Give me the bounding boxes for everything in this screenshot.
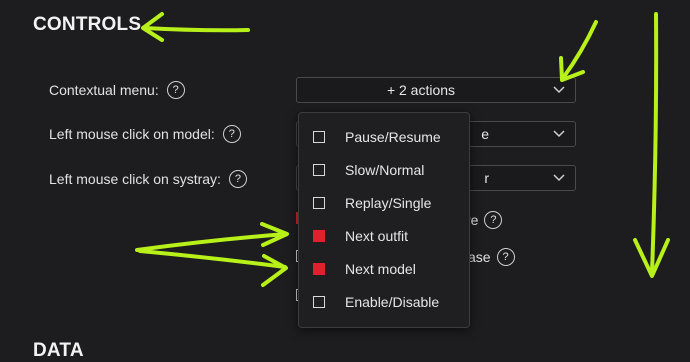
menu-checkbox[interactable] bbox=[313, 296, 325, 308]
arrow-head bbox=[633, 238, 670, 278]
chevron-down-icon bbox=[553, 130, 565, 138]
help-circle-icon[interactable]: ? bbox=[496, 248, 515, 266]
menu-item-next-model[interactable]: Next model bbox=[299, 253, 469, 286]
menu-item-label: Next outfit bbox=[345, 228, 409, 244]
section-title: CONTROLS bbox=[33, 14, 142, 35]
menu-item-label: Next model bbox=[345, 261, 416, 277]
arrow-right-icon bbox=[138, 249, 287, 269]
contextual-menu-row: Contextual menu: ? bbox=[49, 81, 185, 99]
help-circle-icon[interactable]: ? bbox=[222, 125, 241, 143]
help-circle-icon[interactable]: ? bbox=[484, 211, 503, 229]
menu-item-label: Enable/Disable bbox=[345, 294, 440, 310]
chevron-down-icon bbox=[553, 174, 565, 182]
menu-item-label: Slow/Normal bbox=[345, 162, 425, 178]
menu-checkbox-checked[interactable] bbox=[313, 263, 325, 275]
menu-item-replay-single[interactable]: Replay/Single bbox=[299, 187, 469, 220]
menu-item-pause-resume[interactable]: Pause/Resume bbox=[299, 121, 469, 154]
menu-item-label: Pause/Resume bbox=[345, 129, 441, 145]
menu-item-next-outfit[interactable]: Next outfit bbox=[299, 220, 469, 253]
contextual-menu-label: Contextual menu: bbox=[49, 82, 159, 98]
arrow-down-icon bbox=[650, 12, 659, 274]
option-2-visible: ase ? bbox=[468, 248, 515, 266]
option-1-visible: re ? bbox=[466, 211, 503, 229]
menu-checkbox[interactable] bbox=[313, 131, 325, 143]
arrow-head bbox=[261, 254, 288, 287]
arrow-right-icon bbox=[135, 232, 288, 252]
menu-item-enable-disable[interactable]: Enable/Disable bbox=[299, 286, 469, 319]
arrow-diagonal-icon bbox=[561, 20, 598, 80]
menu-checkbox-checked[interactable] bbox=[313, 230, 325, 242]
option-2-label-partial: ase bbox=[468, 249, 491, 265]
menu-checkbox[interactable] bbox=[313, 197, 325, 209]
data-section-title: DATA bbox=[33, 340, 84, 361]
chevron-down-icon bbox=[553, 86, 565, 94]
menu-item-label: Replay/Single bbox=[345, 195, 432, 211]
contextual-menu-value: + 2 actions bbox=[386, 82, 456, 98]
menu-item-slow-normal[interactable]: Slow/Normal bbox=[299, 154, 469, 187]
contextual-menu-select[interactable]: + 2 actions bbox=[296, 77, 576, 103]
left-click-model-row: Left mouse click on model: ? bbox=[49, 125, 241, 143]
left-click-model-label: Left mouse click on model: bbox=[49, 126, 215, 142]
arrow-head bbox=[260, 222, 289, 247]
help-circle-icon[interactable]: ? bbox=[166, 81, 185, 99]
left-click-systray-label: Left mouse click on systray: bbox=[49, 171, 221, 187]
help-circle-icon[interactable]: ? bbox=[228, 170, 247, 188]
menu-checkbox[interactable] bbox=[313, 164, 325, 176]
arrow-left-icon bbox=[143, 26, 250, 33]
arrow-head bbox=[141, 12, 164, 42]
contextual-menu-dropdown: Pause/Resume Slow/Normal Replay/Single N… bbox=[298, 112, 470, 328]
left-click-systray-row: Left mouse click on systray: ? bbox=[49, 170, 247, 188]
